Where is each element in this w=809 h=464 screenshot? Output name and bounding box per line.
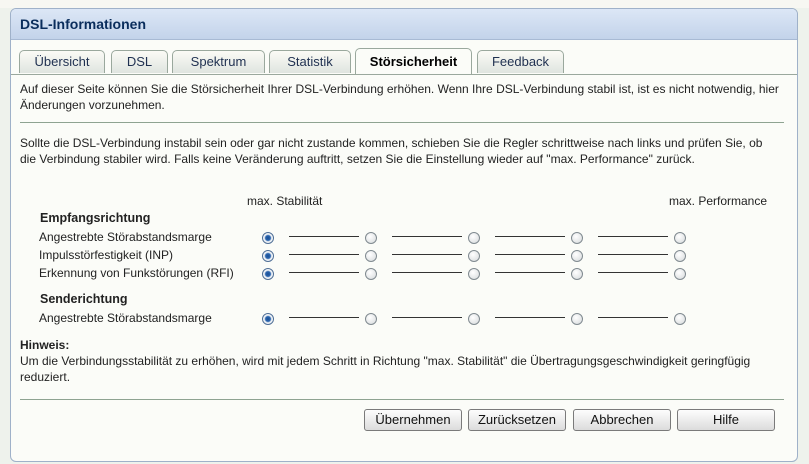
slider-track-segment — [495, 317, 565, 318]
tab-spektrum[interactable]: Spektrum — [172, 50, 265, 73]
help-button[interactable]: Hilfe — [677, 409, 775, 431]
slider-track-segment — [598, 317, 668, 318]
slider-step-radio[interactable] — [571, 268, 583, 280]
slider-track-segment — [289, 254, 359, 255]
slider-track-segment — [392, 317, 462, 318]
slider-track-segment — [392, 236, 462, 237]
tab-stoersicherheit[interactable]: Störsicherheit — [355, 48, 472, 75]
slider-track-segment — [598, 272, 668, 273]
slider-track-segment — [392, 254, 462, 255]
row-label-empfang-rfi: Erkennung von Funkstörungen (RFI) — [39, 266, 234, 280]
row-label-empfang-marge: Angestrebte Störabstandsmarge — [39, 230, 212, 244]
top-strip — [0, 0, 809, 8]
slider-step-radio[interactable] — [571, 250, 583, 262]
divider-bottom — [20, 399, 784, 400]
slider-step-radio[interactable] — [365, 250, 377, 262]
slider-step-radio[interactable] — [674, 313, 686, 325]
slider-track-segment — [289, 317, 359, 318]
divider — [20, 122, 784, 123]
tab-uebersicht[interactable]: Übersicht — [19, 50, 105, 73]
slider-track-segment — [289, 272, 359, 273]
slider-step-radio[interactable] — [262, 313, 274, 325]
tab-feedback[interactable]: Feedback — [477, 50, 564, 73]
slider-step-radio[interactable] — [468, 313, 480, 325]
intro-text: Auf dieser Seite können Sie die Störsich… — [20, 82, 779, 112]
slider-step-radio[interactable] — [468, 268, 480, 280]
panel-title: DSL-Informationen — [11, 9, 797, 40]
hint-title: Hinweis: — [20, 338, 70, 352]
slider-track-segment — [289, 236, 359, 237]
scale-label-stability: max. Stabilität — [247, 194, 323, 208]
tab-statistik[interactable]: Statistik — [269, 50, 351, 73]
slider-step-radio[interactable] — [365, 268, 377, 280]
hint-text: Um die Verbindungsstabilität zu erhöhen,… — [20, 354, 751, 384]
section-title-empfang: Empfangsrichtung — [40, 211, 151, 225]
row-label-sende-marge: Angestrebte Störabstandsmarge — [39, 311, 212, 325]
slider-track-segment — [495, 272, 565, 273]
slider-step-radio[interactable] — [262, 250, 274, 262]
instructions-text: Sollte die DSL-Verbindung instabil sein … — [20, 136, 763, 166]
row-label-empfang-inp: Impulsstörfestigkeit (INP) — [39, 248, 174, 262]
slider-step-radio[interactable] — [571, 232, 583, 244]
slider-track-segment — [598, 236, 668, 237]
slider-step-radio[interactable] — [365, 313, 377, 325]
slider-step-radio[interactable] — [365, 232, 377, 244]
slider-step-radio[interactable] — [262, 232, 274, 244]
dsl-info-panel: DSL-Informationen Übersicht DSL Spektrum… — [10, 8, 798, 462]
apply-button[interactable]: Übernehmen — [364, 409, 462, 431]
reset-button[interactable]: Zurücksetzen — [468, 409, 566, 431]
slider-step-radio[interactable] — [674, 232, 686, 244]
slider-step-radio[interactable] — [468, 232, 480, 244]
slider-track-segment — [495, 254, 565, 255]
slider-step-radio[interactable] — [262, 268, 274, 280]
slider-step-radio[interactable] — [674, 268, 686, 280]
section-title-sende: Senderichtung — [40, 292, 128, 306]
cancel-button[interactable]: Abbrechen — [573, 409, 671, 431]
scale-label-performance: max. Performance — [669, 194, 768, 208]
slider-track-segment — [392, 272, 462, 273]
slider-track-segment — [598, 254, 668, 255]
tab-underline — [11, 74, 797, 75]
slider-step-radio[interactable] — [571, 313, 583, 325]
slider-track-segment — [495, 236, 565, 237]
tab-dsl[interactable]: DSL — [111, 50, 168, 73]
slider-step-radio[interactable] — [674, 250, 686, 262]
slider-step-radio[interactable] — [468, 250, 480, 262]
